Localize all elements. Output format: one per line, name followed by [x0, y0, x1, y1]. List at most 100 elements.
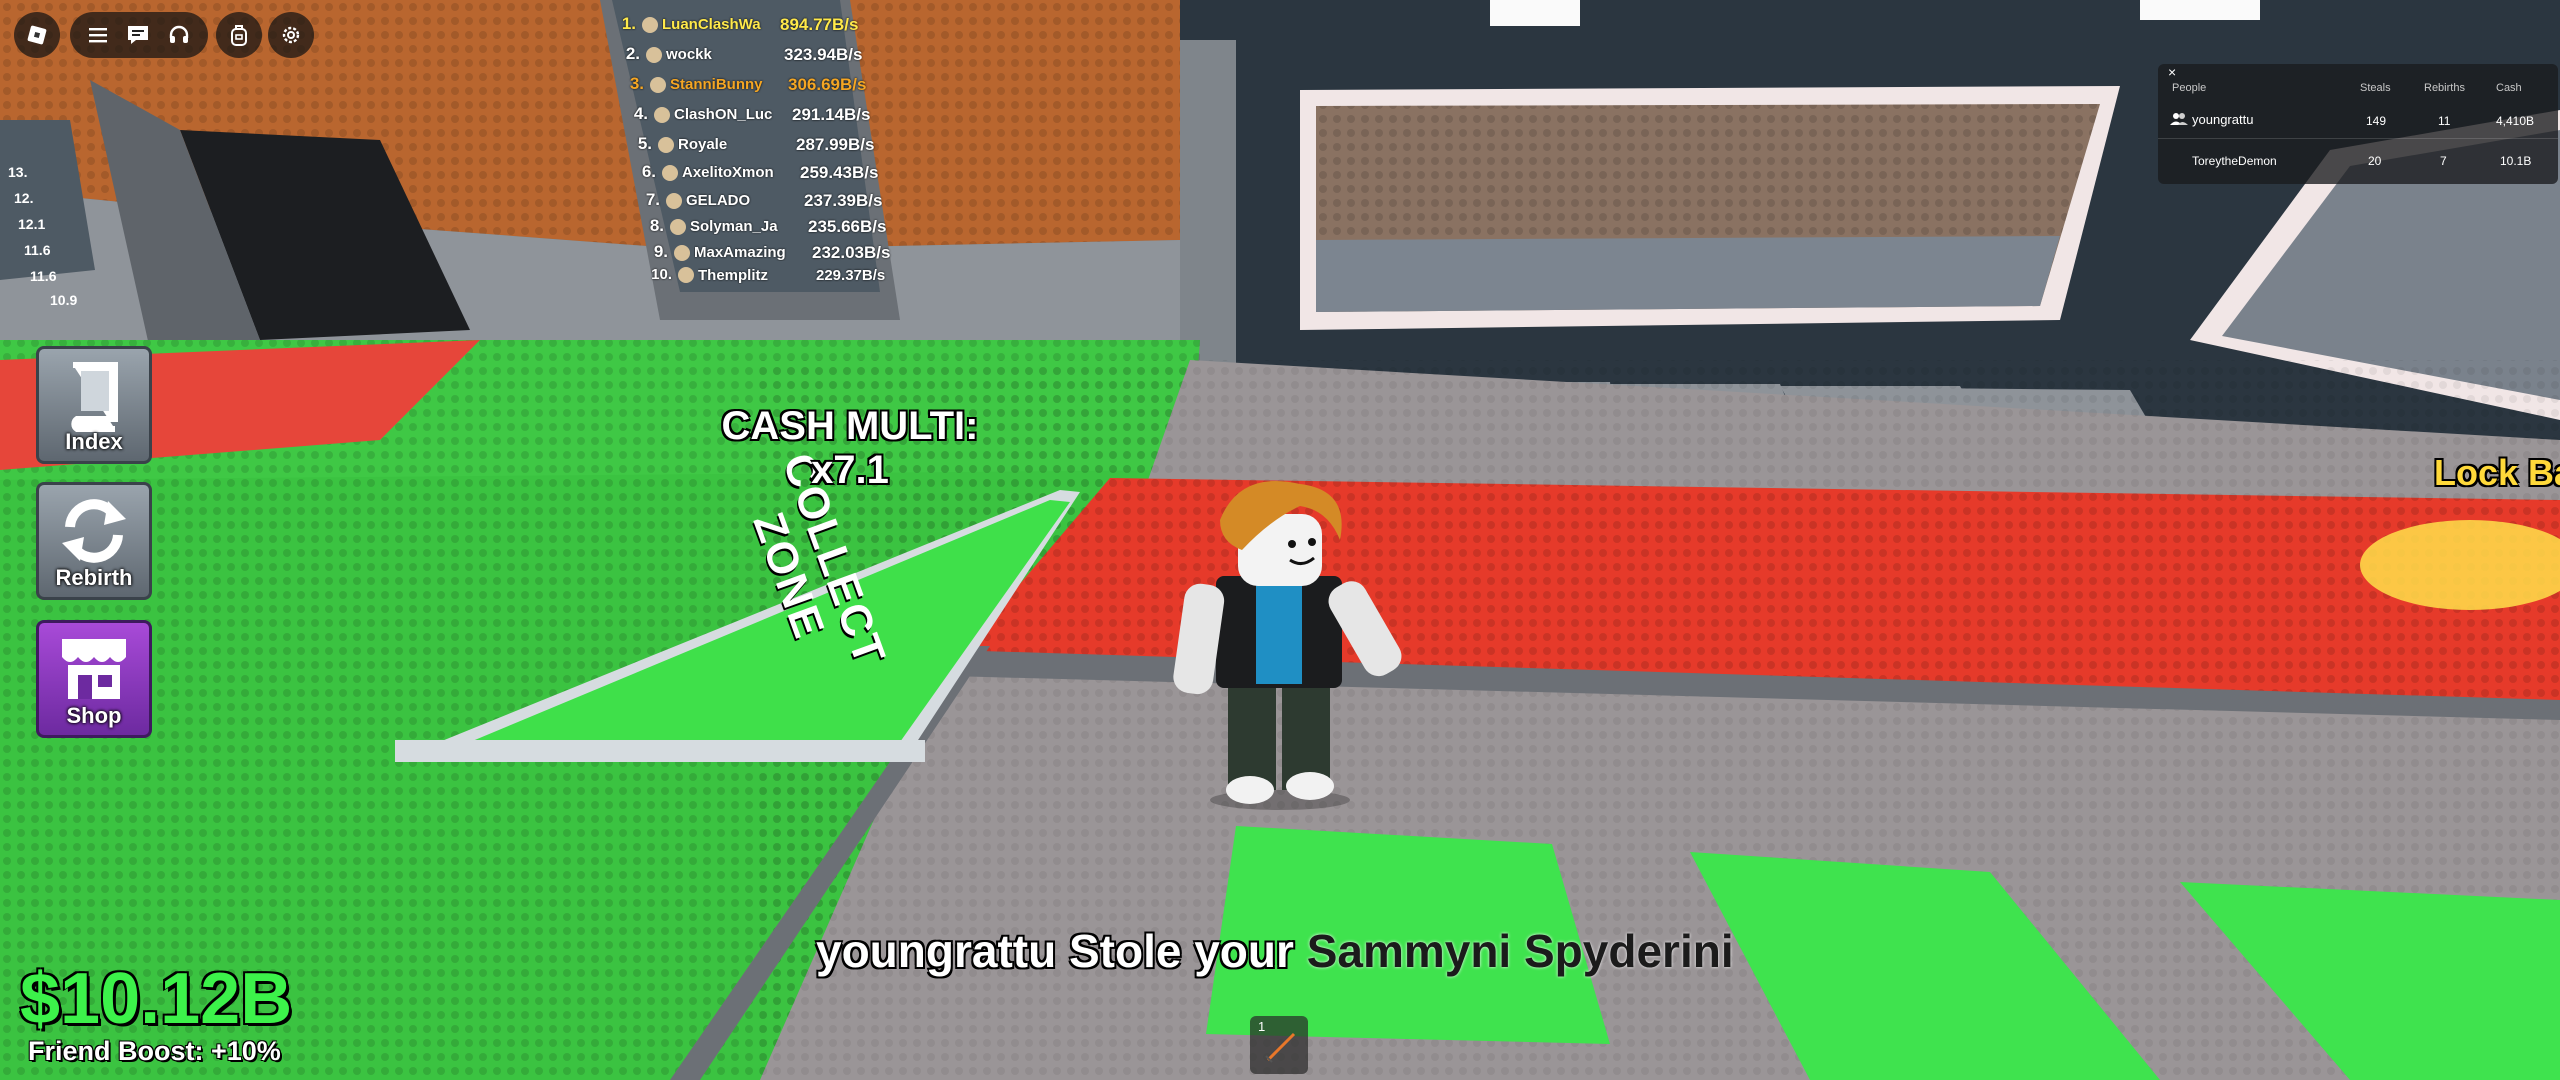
- player-name: youngrattu: [2192, 112, 2254, 127]
- headset-icon: [170, 25, 189, 43]
- header-people: People: [2172, 82, 2207, 94]
- leaderboard-name: Solyman_Ja: [690, 218, 778, 236]
- leaderboard-name: Themplitz: [698, 266, 768, 284]
- notification-text: youngrattu Stole your: [816, 925, 1294, 977]
- leaderboard-row: 5. Royale 287.99B/s: [624, 134, 875, 155]
- chat-icon: [127, 26, 148, 44]
- player-cash: 10.1B: [2500, 154, 2532, 168]
- leaderboard-name: wockk: [666, 46, 712, 64]
- player-list-close-button[interactable]: ×: [2168, 64, 2176, 80]
- leaderboard-name: LuanClashWa: [662, 16, 761, 34]
- avatar-icon: [646, 46, 662, 63]
- header-rebirths: Rebirths: [2424, 82, 2465, 94]
- leaderboard-row: 8. Solyman_Ja 235.66B/s: [636, 216, 887, 237]
- divider: [2158, 138, 2558, 139]
- leaderboard-name: StanniBunny: [670, 76, 763, 94]
- lock-base-label: Lock Ba: [2434, 452, 2560, 493]
- avatar-icon: [666, 192, 682, 209]
- leaderboard-value: 291.14B/s: [792, 104, 871, 124]
- settings-button[interactable]: [268, 12, 314, 58]
- avatar-icon: [662, 164, 678, 181]
- player-rebirths: 11: [2438, 114, 2451, 128]
- header-cash: Cash: [2496, 82, 2522, 94]
- top-bar-group: [70, 12, 208, 58]
- left-board-value: 11.6: [24, 242, 51, 258]
- header-steals: Steals: [2360, 82, 2391, 94]
- player-steals: 149: [2366, 114, 2387, 128]
- book-icon: [71, 362, 118, 432]
- leaderboard-rank: 8.: [649, 216, 664, 235]
- backpack-button[interactable]: [216, 12, 262, 58]
- leaderboard-rank: 2.: [625, 44, 640, 63]
- leaderboard-value: 287.99B/s: [796, 134, 875, 154]
- leaderboard-rank: 1.: [621, 14, 636, 33]
- index-label: Index: [65, 429, 123, 454]
- leaderboard-value: 323.94B/s: [784, 44, 863, 64]
- shop-store-icon: [62, 639, 126, 699]
- rebirth-arrows-icon: [62, 499, 126, 563]
- avatar-icon: [678, 267, 694, 284]
- leaderboard-rank: 10.: [651, 266, 672, 283]
- money-display: $10.12B: [20, 959, 293, 1039]
- leaderboard-value: 232.03B/s: [812, 242, 891, 262]
- sword-icon: [1265, 1032, 1296, 1063]
- leaderboard-row: 9. MaxAmazing 232.03B/s: [640, 242, 891, 263]
- roblox-logo-icon: [27, 25, 47, 45]
- leaderboard-row: 10. Themplitz 229.37B/s: [644, 266, 885, 284]
- leaderboard-row: 1. LuanClashWa 894.77B/s: [608, 14, 859, 35]
- leaderboard-name: AxelitoXmon: [682, 164, 774, 182]
- player-steals: 20: [2368, 154, 2382, 168]
- player-avatar: [1173, 480, 1402, 810]
- player-cash: 4,410B: [2496, 114, 2535, 128]
- leaderboard-rank: 5.: [637, 134, 652, 153]
- chat-button[interactable]: [126, 24, 150, 46]
- rebirth-button[interactable]: Rebirth: [36, 482, 152, 600]
- voice-button[interactable]: [167, 24, 191, 46]
- leaderboard-name: ClashON_Luc: [674, 106, 773, 124]
- leaderboard-rank: 7.: [645, 190, 660, 209]
- cash-multi-title: CASH MULTI:: [721, 404, 979, 448]
- index-button[interactable]: Index: [36, 346, 152, 464]
- menu-button[interactable]: [87, 26, 109, 44]
- leaderboard-name: GELADO: [686, 192, 751, 210]
- friend-boost-label: Friend Boost: +10%: [28, 1036, 281, 1066]
- player-rebirths: 7: [2440, 154, 2447, 168]
- leaderboard-row: 2. wockk 323.94B/s: [612, 44, 863, 65]
- left-board-value: 10.9: [50, 292, 78, 308]
- avatar-icon: [642, 16, 658, 33]
- leaderboard-rank: 3.: [629, 74, 644, 93]
- player-list: × People Steals Rebirths Cash youngrattu…: [2158, 64, 2558, 184]
- leaderboard-value: 306.69B/s: [788, 74, 867, 94]
- leaderboard-row: 7. GELADO 237.39B/s: [632, 190, 883, 211]
- shop-button[interactable]: Shop: [36, 620, 152, 738]
- leaderboard-name: MaxAmazing: [694, 244, 786, 262]
- settings-gear-icon: [282, 26, 300, 44]
- player-name: ToreytheDemon: [2192, 154, 2277, 168]
- menu-icon: [88, 28, 107, 43]
- left-board-value: 12.: [14, 190, 34, 206]
- friends-icon: [2170, 113, 2188, 125]
- avatar-icon: [650, 76, 666, 93]
- roblox-logo-button[interactable]: [14, 12, 60, 58]
- shop-label: Shop: [66, 703, 122, 728]
- left-board-value: 11.6: [30, 268, 57, 284]
- hotbar-slot-1[interactable]: 1: [1250, 1016, 1308, 1074]
- cash-multi-billboard: CASH MULTI: x7.1: [700, 404, 1000, 492]
- leaderboard-value: 259.43B/s: [800, 162, 879, 182]
- steal-notification: youngrattu Stole your Sammyni Spyderini: [816, 924, 1734, 978]
- leaderboard-name: Royale: [678, 136, 728, 154]
- leaderboard-row: 4. ClashON_Luc 291.14B/s: [620, 104, 871, 125]
- leaderboard-rank: 9.: [653, 242, 668, 261]
- notification-item-name: Sammyni Spyderini: [1306, 925, 1734, 977]
- avatar-icon: [658, 136, 674, 153]
- avatar-icon: [654, 106, 670, 123]
- avatar-icon: [674, 244, 690, 261]
- leaderboard-rank: 6.: [641, 162, 656, 181]
- backpack-icon: [231, 25, 247, 46]
- leaderboard-rank: 4.: [633, 104, 648, 123]
- rebirth-label: Rebirth: [55, 565, 133, 590]
- leaderboard-row: 3. StanniBunny 306.69B/s: [616, 74, 867, 95]
- leaderboard-value: 894.77B/s: [780, 14, 859, 34]
- leaderboard-row: 6. AxelitoXmon 259.43B/s: [628, 162, 879, 183]
- leaderboard-value: 229.37B/s: [816, 266, 886, 284]
